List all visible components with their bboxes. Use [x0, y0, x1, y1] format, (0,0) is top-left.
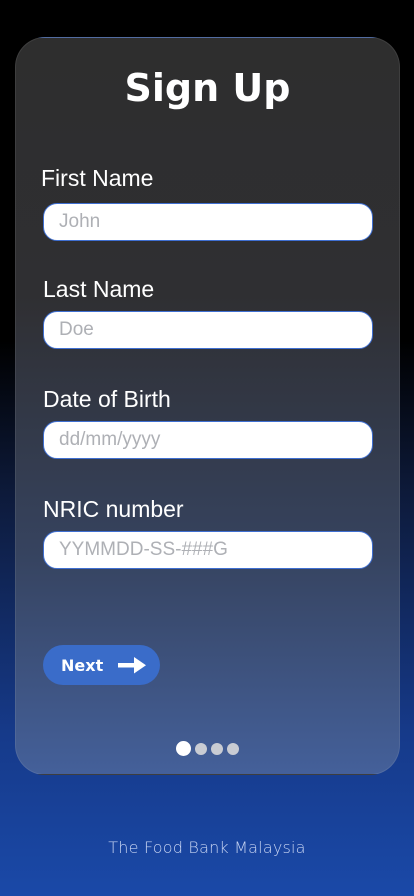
pagination-dot [227, 742, 239, 755]
dob-input[interactable] [43, 421, 373, 459]
first-name-input[interactable] [43, 203, 373, 241]
nric-label: NRIC number [43, 496, 184, 522]
dob-label: Date of Birth [43, 386, 171, 412]
arrow-right-icon [117, 656, 147, 674]
pagination-dots [16, 741, 399, 756]
pagination-dot [195, 742, 207, 755]
signup-card: Sign Up First Name Last Name Date of Bir… [15, 37, 400, 775]
last-name-label: Last Name [43, 276, 155, 302]
last-name-input[interactable] [43, 311, 373, 349]
first-name-label: First Name [41, 165, 154, 191]
footer-brand: The Food Bank Malaysia [108, 838, 306, 857]
next-button-label: Next [61, 655, 104, 675]
next-button[interactable]: Next [43, 645, 160, 685]
nric-input[interactable] [43, 531, 373, 569]
page-title: Sign Up [124, 66, 291, 110]
pagination-dot [211, 742, 223, 755]
pagination-dot [176, 741, 191, 756]
